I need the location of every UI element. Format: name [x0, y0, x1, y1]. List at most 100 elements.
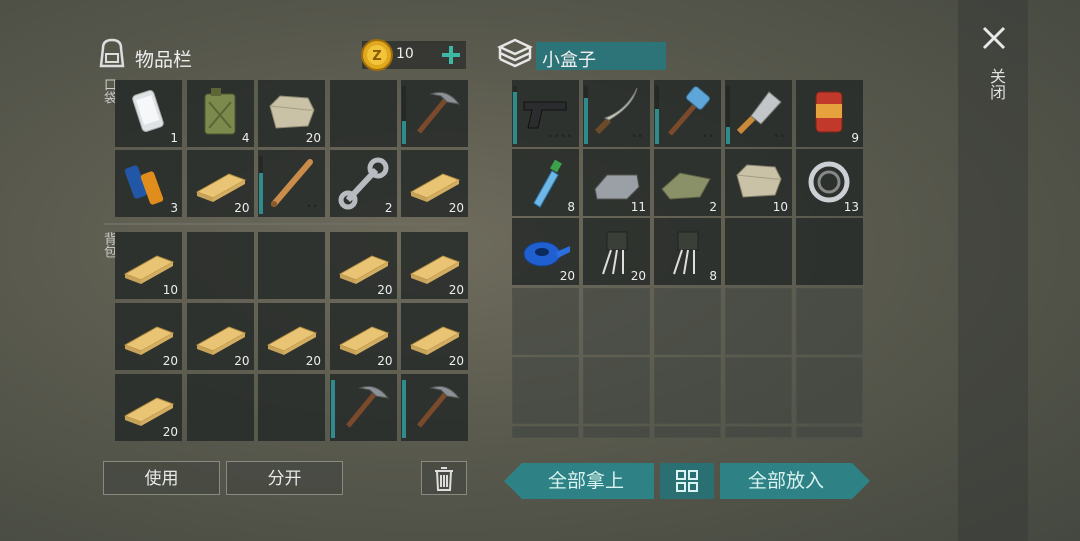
item-count: 20: [448, 283, 464, 297]
inventory.backpack_slots-slot[interactable]: [258, 374, 325, 441]
box-empty-slot[interactable]: [512, 357, 579, 424]
item-count: 20: [377, 354, 393, 368]
box.slots-slot[interactable]: 11: [583, 149, 650, 216]
inventory.backpack_slots-slot[interactable]: 20: [186, 303, 254, 370]
box-empty-slot[interactable]: [654, 288, 721, 355]
trash-icon: [435, 467, 453, 491]
quality-dots: ••: [702, 132, 715, 142]
inventory.backpack_slots-slot[interactable]: 20: [115, 303, 182, 370]
take-all-button[interactable]: 全部拿上: [522, 463, 650, 499]
item-count: 10: [772, 200, 788, 214]
durability-bar: [402, 380, 406, 438]
box.slots-slot[interactable]: 20: [583, 218, 650, 285]
sort-button[interactable]: [660, 463, 714, 499]
quality-dots: ••: [631, 132, 644, 142]
box-title: 小盒子: [542, 50, 596, 71]
trash-button[interactable]: [421, 461, 467, 495]
put-all-button[interactable]: 全部放入: [722, 463, 850, 499]
box.slots-slot[interactable]: [796, 218, 863, 285]
close-button[interactable]: 关闭: [978, 22, 1010, 112]
item-count: 20: [448, 201, 464, 215]
box.slots-slot[interactable]: ••••: [512, 80, 579, 147]
box.slots-slot[interactable]: 20: [512, 218, 579, 285]
inventory.backpack_slots-slot[interactable]: [186, 374, 254, 441]
item-count: 20: [305, 131, 321, 145]
inventory.backpack_slots-slot[interactable]: 20: [401, 232, 468, 299]
box.slots-slot[interactable]: 9: [796, 80, 863, 147]
box.slots-slot[interactable]: 8: [512, 149, 579, 216]
inventory.pocket_slots-slot[interactable]: 3: [115, 150, 182, 217]
box-empty-slot[interactable]: [796, 426, 863, 438]
inventory.pocket_slots-slot[interactable]: 20: [186, 150, 254, 217]
box-empty-slot[interactable]: [796, 357, 863, 424]
inventory.pocket_slots-slot[interactable]: 2: [329, 150, 397, 217]
item-count: 20: [234, 201, 250, 215]
close-label: 关闭: [987, 68, 1006, 100]
box.slots-slot[interactable]: 13: [796, 149, 863, 216]
durability-bar: [402, 86, 406, 144]
divider: [104, 223, 466, 225]
close-icon: [982, 26, 1006, 50]
grid-icon: [676, 470, 698, 492]
box-empty-slot[interactable]: [654, 357, 721, 424]
split-button[interactable]: 分开: [226, 461, 343, 495]
item-count: 20: [234, 354, 250, 368]
inventory.backpack_slots-slot[interactable]: [401, 374, 468, 441]
box.slots-slot[interactable]: 8: [654, 218, 721, 285]
quality-dots: ••: [773, 132, 786, 142]
inventory.backpack_slots-slot[interactable]: [329, 374, 397, 441]
box.slots-slot[interactable]: 10: [725, 149, 792, 216]
inventory.backpack_slots-slot[interactable]: [186, 232, 254, 299]
inventory-title: 物品栏: [135, 49, 193, 71]
box.slots-slot[interactable]: ••: [583, 80, 650, 147]
inventory.pocket_slots-slot[interactable]: [329, 80, 397, 147]
box.slots-slot[interactable]: 2: [654, 149, 721, 216]
pickaxe-icon: [417, 91, 461, 134]
box-empty-slot[interactable]: [654, 426, 721, 438]
item-count: 20: [377, 283, 393, 297]
item-count: 20: [162, 425, 178, 439]
box-icon: [497, 38, 533, 68]
item-count: 9: [851, 131, 859, 145]
inventory.backpack_slots-slot[interactable]: 20: [115, 374, 182, 441]
box-empty-slot[interactable]: [583, 357, 650, 424]
box-empty-slot[interactable]: [512, 288, 579, 355]
box-empty-slot[interactable]: [583, 426, 650, 438]
item-count: 20: [305, 354, 321, 368]
box.slots-slot[interactable]: ••: [654, 80, 721, 147]
inventory.pocket_slots-slot[interactable]: [401, 80, 468, 147]
durability-bar: [513, 86, 517, 144]
box-empty-slot[interactable]: [725, 288, 792, 355]
box-empty-slot[interactable]: [583, 288, 650, 355]
box-empty-slot[interactable]: [512, 426, 579, 438]
box-empty-slot[interactable]: [725, 426, 792, 438]
box.slots-slot[interactable]: [725, 218, 792, 285]
inventory.pocket_slots-slot[interactable]: 20: [401, 150, 468, 217]
item-count: 20: [630, 269, 646, 283]
inventory.backpack_slots-slot[interactable]: 20: [329, 232, 397, 299]
box.slots-slot[interactable]: ••: [725, 80, 792, 147]
inventory.pocket_slots-slot[interactable]: 20: [258, 80, 325, 147]
inventory.backpack_slots-slot[interactable]: 10: [115, 232, 182, 299]
box-empty-slot[interactable]: [796, 288, 863, 355]
item-count: 20: [448, 354, 464, 368]
inventory.pocket_slots-slot[interactable]: ••: [258, 150, 325, 217]
item-count: 2: [709, 200, 717, 214]
inventory.pocket_slots-slot[interactable]: 4: [186, 80, 254, 147]
inventory.backpack_slots-slot[interactable]: 20: [258, 303, 325, 370]
add-coins-icon[interactable]: [440, 44, 462, 66]
item-count: 13: [843, 200, 859, 214]
inventory.backpack_slots-slot[interactable]: 20: [329, 303, 397, 370]
inventory.pocket_slots-slot[interactable]: 1: [115, 80, 182, 147]
item-count: 2: [384, 201, 393, 215]
item-count: 20: [162, 354, 178, 368]
svg-text:Z: Z: [372, 49, 381, 64]
box-empty-slot[interactable]: [725, 357, 792, 424]
pickaxe-icon: [345, 385, 389, 428]
inventory.backpack_slots-slot[interactable]: [258, 232, 325, 299]
item-count: 3: [170, 201, 178, 215]
coin-icon: Z: [361, 39, 393, 71]
inventory.backpack_slots-slot[interactable]: 20: [401, 303, 468, 370]
item-count: 4: [241, 131, 250, 145]
use-button[interactable]: 使用: [103, 461, 220, 495]
